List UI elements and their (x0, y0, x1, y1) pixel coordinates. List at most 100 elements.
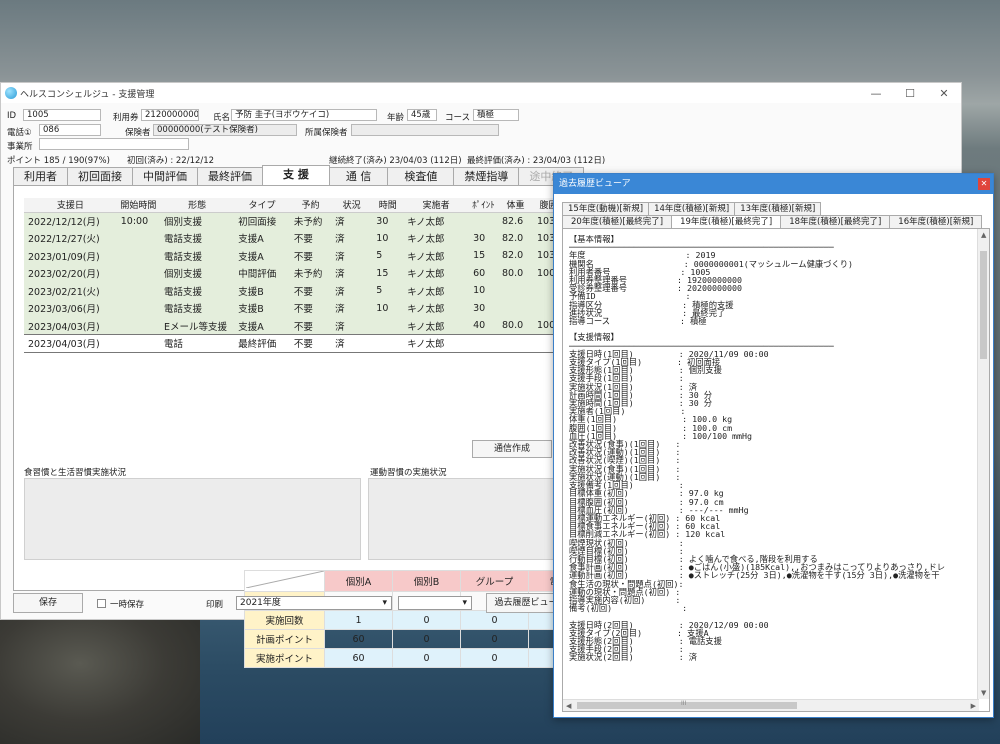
cell (116, 299, 161, 317)
scroll-right-icon[interactable]: ▶ (971, 702, 976, 710)
cell: 15 (469, 247, 498, 265)
maximize-button[interactable]: ☐ (893, 87, 927, 100)
table-row[interactable]: 2022/12/27(火) 電話支援 支援A 不要済 10 キノ太郎 30 82.0 103. (24, 229, 564, 247)
cell: 支援A (234, 317, 290, 335)
table-row[interactable]: 2023/02/20(月) 個別支援 中間評価 未予約済 15 キノ太郎 60 80.0 100… (24, 264, 564, 282)
table-row[interactable]: 2022/12/12(月) 10:00 個別支援 初回面接 未予約済 30 キノ太郎 82.6… (24, 212, 564, 230)
history-content-panel: 【基本情報】 ─────────────────────────────────… (562, 228, 990, 712)
year-select-value: 2021年度 (240, 598, 281, 608)
cell: 2022/12/27(火) (24, 229, 117, 247)
scroll-up-icon[interactable]: ▲ (981, 231, 986, 239)
col-status[interactable]: 状況 (331, 198, 373, 213)
history-tabs-row2: 20年度(積極)[最終完了] 19年度(積極)[最終完了] 18年度(積極)[最… (562, 215, 983, 228)
cell: 80.0 (497, 317, 534, 335)
tab-user[interactable]: 利用者 (13, 167, 68, 185)
cell: 済 (331, 317, 373, 335)
col-weight[interactable]: 体重 (497, 198, 534, 213)
table-row[interactable]: 2023/04/03(月) Eメール等支援 支援A 不要済キノ太郎 40 80.0 100. (24, 317, 564, 335)
col-start[interactable]: 開始時間 (116, 198, 161, 213)
cell: 30 (372, 212, 404, 230)
tab-final-eval[interactable]: 最終評価 (197, 167, 263, 185)
tab-test-values[interactable]: 検査値 (387, 167, 455, 185)
cell: キノ太郎 (403, 212, 470, 230)
cell: Eメール等支援 (160, 317, 235, 335)
continue-end-text: 継続終了(済み) 23/04/03 (112日) (329, 156, 462, 166)
summary-col-header: 個別B (392, 570, 461, 592)
ticket-label: 利用券 (113, 113, 139, 123)
scroll-left-icon[interactable]: ◀ (566, 702, 571, 710)
cell: 電話支援 (160, 299, 235, 317)
col-points[interactable]: ﾎﾟｲﾝﾄ (469, 198, 498, 213)
year-select[interactable]: 2021年度 ▾ (236, 596, 392, 610)
history-text: 【基本情報】 ─────────────────────────────────… (569, 235, 946, 663)
cell: キノ太郎 (403, 299, 470, 317)
table-row[interactable]: 2023/03/06(月) 電話支援 支援B 不要済 10 キノ太郎 30 (24, 299, 564, 317)
history-tab-active[interactable]: 19年度(積極)[最終完了] (671, 215, 782, 228)
save-button[interactable]: 保存 (13, 593, 83, 613)
col-time[interactable]: 時間 (372, 198, 404, 213)
tab-initial-interview[interactable]: 初回面接 (67, 167, 133, 185)
course-label: コース (445, 113, 471, 123)
history-tab[interactable]: 20年度(積極)[最終完了] (562, 215, 673, 228)
col-reserve[interactable]: 予約 (289, 198, 332, 213)
cell: 済 (331, 212, 373, 230)
history-title: 過去履歴ビューア (559, 179, 631, 189)
summary-cell: 0 (392, 648, 461, 668)
print-type-select[interactable]: ▾ (398, 596, 472, 610)
cell (372, 334, 404, 353)
horizontal-scroll-thumb[interactable]: III (577, 700, 797, 709)
summary-cell: 60 (324, 629, 393, 649)
cell: 未予約 (289, 264, 332, 282)
name-field[interactable]: 予防 圭子(ヨボウケイコ) (231, 109, 377, 121)
background-rock (0, 610, 200, 744)
cell: 支援B (234, 282, 290, 300)
name-label: 氏名 (213, 113, 231, 123)
diet-textarea[interactable] (24, 478, 361, 560)
insured-field (351, 124, 499, 136)
exercise-textarea[interactable] (368, 478, 558, 560)
temp-save-checkbox[interactable] (97, 599, 106, 608)
history-close-button[interactable]: ✕ (978, 178, 990, 190)
course-field[interactable]: 積極 (473, 109, 519, 121)
tab-mid-eval[interactable]: 中間評価 (132, 167, 198, 185)
minimize-button[interactable]: — (859, 87, 893, 100)
vertical-scrollbar[interactable]: ▲ ▼ (977, 229, 989, 699)
history-title-bar: 過去履歴ビューア ✕ (554, 174, 993, 194)
insured-label: 所属保険者 (305, 128, 348, 138)
id-field[interactable]: 1005 (23, 109, 101, 121)
cell: 30 (469, 299, 498, 317)
cell: 15 (372, 264, 404, 282)
col-staff[interactable]: 実施者 (403, 198, 470, 213)
scroll-down-icon[interactable]: ▼ (981, 689, 986, 697)
close-button[interactable]: ✕ (927, 87, 961, 100)
comm-create-button[interactable]: 通信作成 (472, 440, 552, 458)
support-table: 支援日 開始時間 形態 タイプ 予約 状況 時間 実施者 ﾎﾟｲﾝﾄ 体重 腹囲… (24, 198, 564, 353)
history-tab[interactable]: 15年度(動機)[新規] (562, 202, 650, 215)
cell: 5 (372, 247, 404, 265)
cell: 支援A (234, 229, 290, 247)
age-field[interactable]: 45歳 (407, 109, 437, 121)
history-tab[interactable]: 18年度(積極)[最終完了] (780, 215, 891, 228)
history-tab[interactable]: 16年度(積極)[新規] (889, 215, 983, 228)
history-tab[interactable]: 13年度(積極)[新規] (734, 202, 822, 215)
summary-table: 個別A 個別B グループ 電話A 計画回数 1 0 0 3 実施回数 1 0 0… (244, 570, 597, 668)
col-form[interactable]: 形態 (160, 198, 235, 213)
main-tabs: 利用者 初回面接 中間評価 最終評価 支 援 通 信 検査値 禁煙指導 途中終了 (13, 165, 585, 185)
tab-support[interactable]: 支 援 (262, 165, 330, 185)
tab-communication[interactable]: 通 信 (328, 167, 389, 185)
office-field[interactable] (39, 138, 189, 150)
col-type[interactable]: タイプ (234, 198, 290, 213)
cell: 2023/01/09(月) (24, 247, 117, 265)
col-date[interactable]: 支援日 (24, 198, 117, 213)
ticket-field[interactable]: 21200000000 (141, 109, 199, 121)
tab-smoking[interactable]: 禁煙指導 (453, 167, 520, 185)
phone-field[interactable]: 086 (39, 124, 101, 136)
vertical-scroll-thumb[interactable] (980, 251, 987, 359)
table-row[interactable]: 2023/01/09(月) 電話支援 支援A 不要済 5 キノ太郎 15 82.0 103. (24, 247, 564, 265)
horizontal-scrollbar[interactable]: ◀ III ▶ (563, 699, 979, 711)
history-tab[interactable]: 14年度(積極)[新規] (648, 202, 736, 215)
insurer-field: 00000000(テスト保険者) (153, 124, 297, 136)
table-row[interactable]: 2023/02/21(火) 電話支援 支援B 不要済 5 キノ太郎 10 (24, 282, 564, 300)
table-row-selected[interactable]: 2023/04/03(月) 電話 最終評価 不要済 キノ太郎 (24, 334, 564, 353)
cell: 支援A (234, 247, 290, 265)
